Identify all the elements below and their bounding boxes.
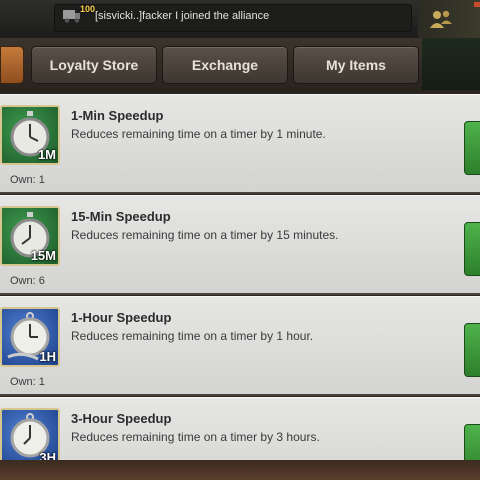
item-icon: 1H	[0, 307, 60, 367]
item-description: Reduces remaining time on a timer by 1 h…	[71, 329, 314, 343]
item-description: Reduces remaining time on a timer by 3 h…	[71, 430, 320, 444]
item-description: Reduces remaining time on a timer by 1 m…	[71, 127, 326, 141]
tab-my-items[interactable]: My Items	[293, 46, 419, 84]
item-title: 15-Min Speedup	[71, 209, 171, 224]
list-item: 1H Own: 1 1-Hour Speedup Reduces remaini…	[0, 296, 480, 396]
item-title: 3-Hour Speedup	[71, 411, 172, 426]
map-edge	[474, 2, 480, 7]
map-background-strip	[0, 460, 480, 480]
tab-exchange[interactable]: Exchange	[162, 46, 288, 84]
item-icon-label: 15M	[30, 248, 56, 263]
item-title: 1-Min Speedup	[71, 108, 164, 123]
item-description: Reduces remaining time on a timer by 15 …	[71, 228, 339, 242]
item-icon: 3H	[0, 408, 60, 460]
list-item: 1M Own: 1 1-Min Speedup Reduces remainin…	[0, 94, 480, 194]
item-icon: 15M	[0, 206, 60, 266]
item-icon-label: 1M	[37, 147, 56, 162]
truck-icon	[63, 10, 80, 23]
alliance-icon[interactable]	[428, 9, 454, 29]
item-icon-label: 3H	[39, 450, 56, 460]
item-own-count: Own: 6	[10, 275, 45, 287]
item-list[interactable]: 1M Own: 1 1-Min Speedup Reduces remainin…	[0, 92, 480, 460]
item-own-count: Own: 1	[10, 174, 45, 186]
item-icon: 1M	[0, 105, 60, 165]
tab-loyalty-store[interactable]: Loyalty Store	[31, 46, 157, 84]
item-icon-label: 1H	[39, 349, 56, 364]
list-item: 15M Own: 6 15-Min Speedup Reduces remain…	[0, 195, 480, 295]
tab-active-partial[interactable]	[0, 46, 24, 84]
use-button[interactable]	[464, 222, 480, 276]
tab-strip-edge	[422, 38, 480, 90]
use-button[interactable]	[464, 424, 480, 460]
list-item: 3H 3-Hour Speedup Reduces remaining time…	[0, 397, 480, 460]
item-own-count: Own: 1	[10, 376, 45, 388]
item-title: 1-Hour Speedup	[71, 310, 172, 325]
use-button[interactable]	[464, 121, 480, 175]
use-button[interactable]	[464, 323, 480, 377]
chat-level-badge: 100	[80, 4, 96, 14]
chat-message-text: [sisvicki..]facker I joined the alliance	[95, 10, 270, 22]
